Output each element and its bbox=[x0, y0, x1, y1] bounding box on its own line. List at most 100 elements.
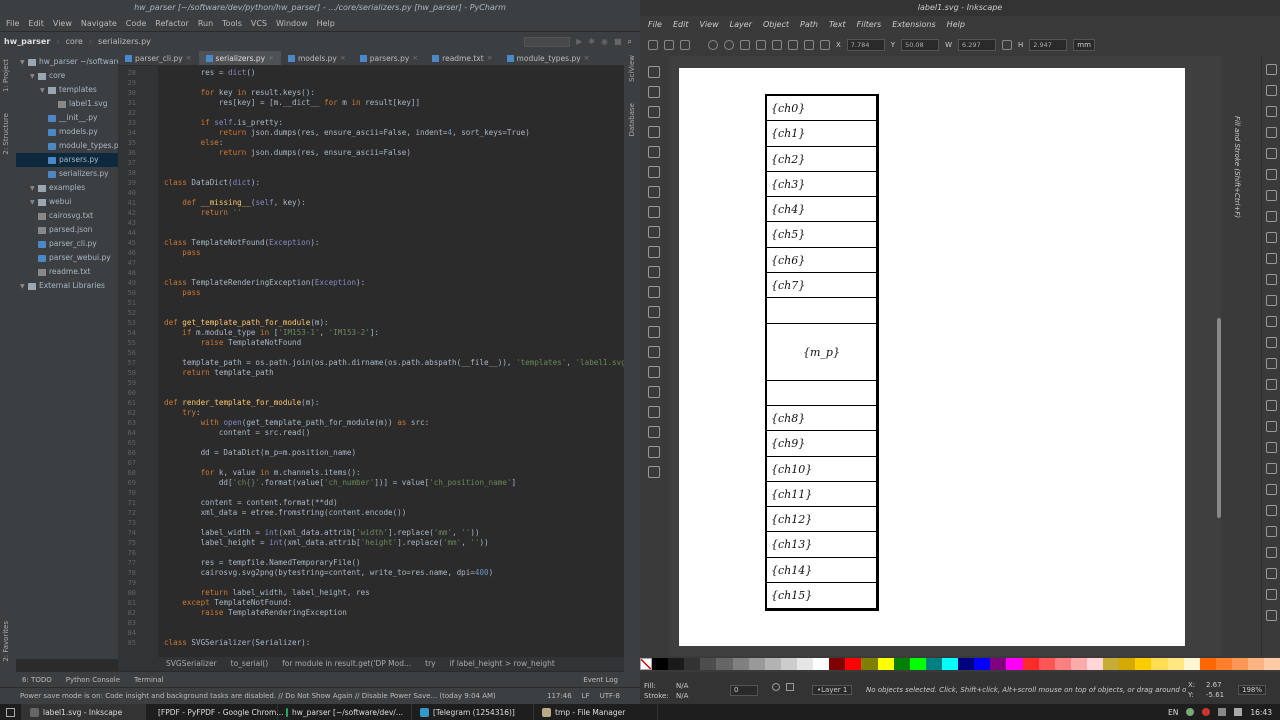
x-field[interactable]: 7.784 bbox=[846, 39, 885, 51]
tree-item[interactable]: parsers.py bbox=[16, 153, 118, 167]
save-icon[interactable] bbox=[1266, 106, 1277, 117]
flip-horizontal-icon[interactable] bbox=[740, 40, 750, 50]
layers-icon[interactable] bbox=[1266, 505, 1277, 516]
terminal-tab[interactable]: Terminal bbox=[134, 676, 164, 684]
editor-tab[interactable]: models.py × bbox=[281, 51, 353, 65]
menu-help[interactable]: Help bbox=[317, 16, 335, 31]
mesh-tool-icon[interactable] bbox=[648, 426, 660, 438]
label-cell[interactable]: {ch13} bbox=[767, 532, 876, 558]
tree-item[interactable]: label1.svg bbox=[16, 97, 118, 111]
expand-arrow-icon[interactable]: ▼ bbox=[20, 280, 28, 294]
editor-tab[interactable]: parser_cli.py × bbox=[118, 51, 199, 65]
task-telegram[interactable]: [Telegram (1254316)] bbox=[412, 704, 534, 720]
zoom-page-icon[interactable] bbox=[1266, 337, 1277, 348]
color-swatch[interactable] bbox=[1119, 658, 1136, 670]
measure-tool-icon[interactable] bbox=[648, 146, 660, 158]
editor-tab[interactable]: module_types.py × bbox=[500, 51, 597, 65]
label-cell[interactable]: {ch11} bbox=[767, 482, 876, 508]
color-swatch[interactable] bbox=[684, 658, 701, 670]
color-swatch[interactable] bbox=[764, 658, 781, 670]
color-swatch[interactable] bbox=[1038, 658, 1055, 670]
fill-stroke-panel-tab[interactable]: Fill and Stroke (Shift+Ctrl+F) bbox=[1233, 116, 1241, 218]
paste-icon[interactable] bbox=[1266, 274, 1277, 285]
menu-extensions[interactable]: Extensions bbox=[892, 16, 935, 33]
label-cell[interactable]: {ch4} bbox=[767, 197, 876, 223]
tree-item[interactable]: readme.txt bbox=[16, 265, 118, 279]
color-swatch[interactable] bbox=[668, 658, 685, 670]
cursor-position[interactable]: 117:46 bbox=[547, 688, 572, 704]
close-icon[interactable]: × bbox=[584, 51, 590, 66]
color-swatch[interactable] bbox=[1264, 658, 1280, 670]
tray-icon[interactable] bbox=[1218, 708, 1227, 716]
stop-icon[interactable]: ■ bbox=[614, 37, 622, 46]
select-all-icon[interactable] bbox=[648, 40, 658, 50]
visibility-icon[interactable] bbox=[772, 683, 780, 691]
align-icon[interactable] bbox=[1266, 547, 1277, 558]
open-icon[interactable] bbox=[1266, 85, 1277, 96]
tweak-tool-icon[interactable] bbox=[648, 106, 660, 118]
lock-layer-icon[interactable] bbox=[786, 683, 794, 691]
expand-arrow-icon[interactable]: ▼ bbox=[20, 56, 28, 70]
label-cell[interactable]: {ch6} bbox=[767, 248, 876, 274]
editor-tab[interactable]: serializers.py × bbox=[198, 51, 281, 65]
undo-icon[interactable] bbox=[1266, 190, 1277, 201]
task-chrome[interactable]: [FPDF - PyFPDF - Google Chrom... bbox=[146, 704, 283, 720]
editor-tab[interactable]: readme.txt × bbox=[425, 51, 499, 65]
color-swatch[interactable] bbox=[1215, 658, 1232, 670]
nav-project[interactable]: hw_parser bbox=[4, 37, 50, 46]
label-cell[interactable]: {ch2} bbox=[767, 147, 876, 172]
tree-item[interactable]: parser_cli.py bbox=[16, 237, 118, 251]
run-icon[interactable]: ▶ bbox=[576, 37, 582, 46]
height-field[interactable]: 2.947 bbox=[1029, 39, 1068, 51]
menu-view[interactable]: View bbox=[53, 16, 72, 31]
tree-item[interactable]: cairosvg.txt bbox=[16, 209, 118, 223]
text-tool-icon[interactable] bbox=[648, 326, 660, 338]
menu-run[interactable]: Run bbox=[198, 16, 213, 31]
cut-icon[interactable] bbox=[1266, 253, 1277, 264]
menu-refactor[interactable]: Refactor bbox=[155, 16, 189, 31]
export-icon[interactable] bbox=[1266, 169, 1277, 180]
document-props-icon[interactable] bbox=[1266, 589, 1277, 600]
sciview-tab[interactable]: SciView bbox=[628, 55, 636, 82]
menu-text[interactable]: Text bbox=[829, 16, 846, 33]
zoom-selection-icon[interactable] bbox=[1266, 295, 1277, 306]
menu-code[interactable]: Code bbox=[126, 16, 146, 31]
event-log-tab[interactable]: Event Log bbox=[583, 676, 618, 684]
menu-filters[interactable]: Filters bbox=[857, 16, 882, 33]
menu-navigate[interactable]: Navigate bbox=[81, 16, 117, 31]
color-swatch[interactable] bbox=[861, 658, 878, 670]
duplicate-icon[interactable] bbox=[1266, 358, 1277, 369]
expand-arrow-icon[interactable]: ▼ bbox=[40, 84, 48, 98]
breadcrumb-item[interactable]: if label_height > row_height bbox=[450, 657, 555, 671]
menu-edit[interactable]: Edit bbox=[673, 16, 689, 33]
clone-icon[interactable] bbox=[1266, 379, 1277, 390]
tree-item[interactable]: module_types.py bbox=[16, 139, 118, 153]
app-menu-icon[interactable] bbox=[6, 707, 15, 717]
raise-icon[interactable] bbox=[804, 40, 814, 50]
color-swatch[interactable] bbox=[1135, 658, 1152, 670]
pencil-tool-icon[interactable] bbox=[648, 266, 660, 278]
color-swatch[interactable] bbox=[925, 658, 942, 670]
redo-icon[interactable] bbox=[1266, 211, 1277, 222]
close-icon[interactable]: × bbox=[186, 51, 192, 66]
copy-icon[interactable] bbox=[1266, 232, 1277, 243]
task-pycharm[interactable]: hw_parser [~/software/dev/... bbox=[278, 704, 412, 720]
color-swatch[interactable] bbox=[1248, 658, 1265, 670]
color-swatch[interactable] bbox=[1151, 658, 1168, 670]
fill-value[interactable]: N/A bbox=[676, 682, 688, 690]
group-icon[interactable] bbox=[1266, 421, 1277, 432]
new-icon[interactable] bbox=[1266, 64, 1277, 75]
line-separator[interactable]: LF bbox=[582, 688, 590, 704]
label-cell[interactable] bbox=[767, 298, 876, 324]
ungroup-icon[interactable] bbox=[1266, 442, 1277, 453]
y-field[interactable]: 50.08 bbox=[901, 39, 940, 51]
status-message[interactable]: Power save mode is on: Code insight and … bbox=[20, 688, 496, 704]
structure-tab[interactable]: 2: Structure bbox=[2, 113, 10, 155]
xml-icon[interactable] bbox=[1266, 526, 1277, 537]
label-cell[interactable]: {ch14} bbox=[767, 558, 876, 584]
color-swatch[interactable] bbox=[813, 658, 830, 670]
stroke-value[interactable]: N/A bbox=[676, 692, 688, 700]
snap-icon[interactable] bbox=[1266, 610, 1277, 621]
label-cell[interactable]: {ch8} bbox=[767, 406, 876, 432]
color-swatch[interactable] bbox=[732, 658, 749, 670]
